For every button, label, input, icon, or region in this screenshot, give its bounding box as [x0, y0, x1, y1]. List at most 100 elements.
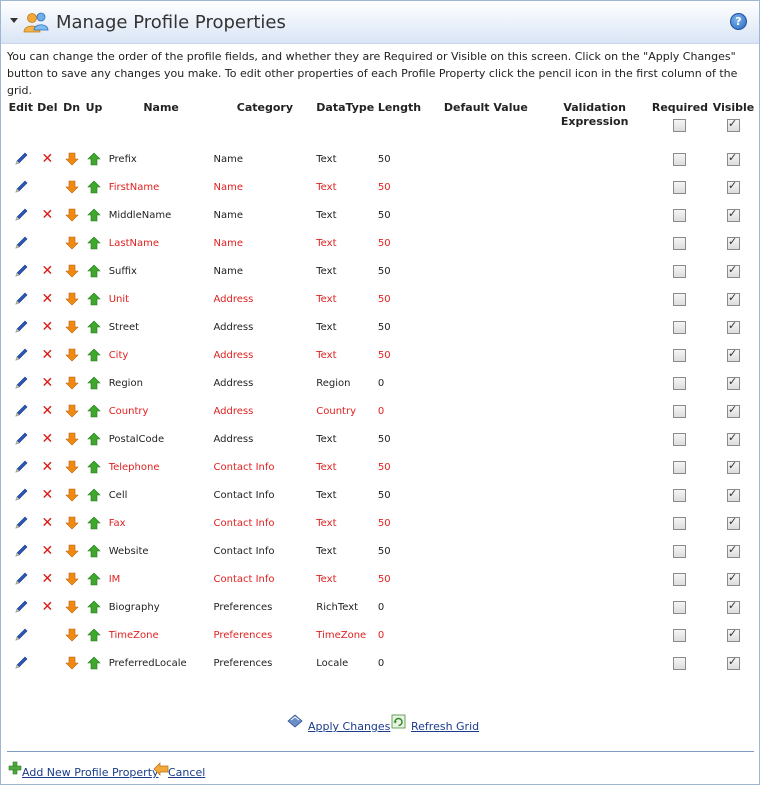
visible-checkbox[interactable] [727, 235, 741, 250]
delete-x-icon[interactable]: ✕ [41, 487, 53, 503]
move-down-arrow-icon[interactable] [64, 264, 79, 278]
apply-changes-link[interactable]: Apply Changes [308, 720, 390, 733]
edit-pencil-icon[interactable] [13, 571, 29, 587]
edit-pencil-icon[interactable] [13, 655, 29, 671]
visible-checkbox[interactable] [727, 599, 741, 614]
edit-pencil-icon[interactable] [13, 263, 29, 279]
visible-checkbox[interactable] [727, 403, 741, 418]
move-down-arrow-icon[interactable] [64, 488, 79, 502]
visible-checkbox[interactable] [727, 459, 741, 474]
refresh-grid-link[interactable]: Refresh Grid [411, 720, 479, 733]
move-down-arrow-icon[interactable] [64, 376, 79, 390]
required-checkbox[interactable] [673, 460, 687, 474]
edit-pencil-icon[interactable] [13, 515, 29, 531]
move-down-arrow-icon[interactable] [64, 600, 79, 614]
cancel-back-arrow-icon[interactable] [153, 762, 169, 776]
required-all-checkbox[interactable] [673, 118, 687, 132]
required-checkbox[interactable] [673, 292, 687, 306]
move-up-arrow-icon[interactable] [87, 348, 101, 362]
visible-checkbox[interactable] [727, 207, 741, 222]
move-down-arrow-icon[interactable] [64, 208, 79, 222]
edit-pencil-icon[interactable] [13, 403, 29, 419]
visible-checkbox[interactable] [727, 291, 741, 306]
edit-pencil-icon[interactable] [13, 543, 29, 559]
move-up-arrow-icon[interactable] [87, 152, 101, 166]
visible-checkbox[interactable] [727, 319, 741, 334]
visible-all-checkbox[interactable] [727, 117, 741, 132]
move-down-arrow-icon[interactable] [64, 628, 79, 642]
move-up-arrow-icon[interactable] [87, 628, 101, 642]
add-icon[interactable] [8, 761, 22, 775]
edit-pencil-icon[interactable] [13, 487, 29, 503]
delete-x-icon[interactable]: ✕ [41, 207, 53, 223]
required-checkbox[interactable] [673, 488, 687, 502]
delete-x-icon[interactable]: ✕ [41, 571, 53, 587]
delete-x-icon[interactable]: ✕ [41, 403, 53, 419]
move-down-arrow-icon[interactable] [64, 656, 79, 670]
visible-checkbox[interactable] [727, 347, 741, 362]
apply-changes-icon[interactable] [286, 712, 304, 728]
move-up-arrow-icon[interactable] [87, 544, 101, 558]
visible-checkbox[interactable] [727, 179, 741, 194]
move-down-arrow-icon[interactable] [64, 292, 79, 306]
delete-x-icon[interactable]: ✕ [41, 375, 53, 391]
delete-x-icon[interactable]: ✕ [41, 515, 53, 531]
move-up-arrow-icon[interactable] [87, 656, 101, 670]
move-up-arrow-icon[interactable] [87, 292, 101, 306]
delete-x-icon[interactable]: ✕ [41, 599, 53, 615]
visible-checkbox[interactable] [727, 151, 741, 166]
edit-pencil-icon[interactable] [13, 375, 29, 391]
required-checkbox[interactable] [673, 208, 687, 222]
move-down-arrow-icon[interactable] [64, 572, 79, 586]
visible-checkbox[interactable] [727, 543, 741, 558]
required-checkbox[interactable] [673, 432, 687, 446]
delete-x-icon[interactable]: ✕ [41, 543, 53, 559]
move-up-arrow-icon[interactable] [87, 460, 101, 474]
visible-checkbox[interactable] [727, 515, 741, 530]
delete-x-icon[interactable]: ✕ [41, 151, 53, 167]
move-up-arrow-icon[interactable] [87, 208, 101, 222]
move-down-arrow-icon[interactable] [64, 236, 79, 250]
edit-pencil-icon[interactable] [13, 319, 29, 335]
required-checkbox[interactable] [673, 656, 687, 670]
move-down-arrow-icon[interactable] [64, 152, 79, 166]
refresh-grid-icon[interactable] [391, 714, 406, 729]
required-checkbox[interactable] [673, 544, 687, 558]
visible-checkbox[interactable] [727, 263, 741, 278]
collapse-arrow-icon[interactable] [10, 18, 18, 23]
required-checkbox[interactable] [673, 404, 687, 418]
visible-checkbox[interactable] [727, 431, 741, 446]
move-up-arrow-icon[interactable] [87, 516, 101, 530]
move-up-arrow-icon[interactable] [87, 264, 101, 278]
edit-pencil-icon[interactable] [13, 599, 29, 615]
required-checkbox[interactable] [673, 152, 687, 166]
cancel-link[interactable]: Cancel [168, 766, 205, 779]
move-up-arrow-icon[interactable] [87, 320, 101, 334]
required-checkbox[interactable] [673, 236, 687, 250]
edit-pencil-icon[interactable] [13, 347, 29, 363]
edit-pencil-icon[interactable] [13, 459, 29, 475]
edit-pencil-icon[interactable] [13, 179, 29, 195]
required-checkbox[interactable] [673, 628, 687, 642]
move-down-arrow-icon[interactable] [64, 460, 79, 474]
move-up-arrow-icon[interactable] [87, 236, 101, 250]
help-icon[interactable]: ? [730, 13, 747, 30]
visible-checkbox[interactable] [727, 655, 741, 670]
move-up-arrow-icon[interactable] [87, 376, 101, 390]
visible-checkbox[interactable] [727, 375, 741, 390]
move-down-arrow-icon[interactable] [64, 180, 79, 194]
move-down-arrow-icon[interactable] [64, 544, 79, 558]
delete-x-icon[interactable]: ✕ [41, 263, 53, 279]
move-up-arrow-icon[interactable] [87, 488, 101, 502]
move-up-arrow-icon[interactable] [87, 572, 101, 586]
move-down-arrow-icon[interactable] [64, 432, 79, 446]
delete-x-icon[interactable]: ✕ [41, 319, 53, 335]
required-checkbox[interactable] [673, 264, 687, 278]
edit-pencil-icon[interactable] [13, 291, 29, 307]
required-checkbox[interactable] [673, 600, 687, 614]
visible-checkbox[interactable] [727, 571, 741, 586]
move-up-arrow-icon[interactable] [87, 180, 101, 194]
edit-pencil-icon[interactable] [13, 627, 29, 643]
required-checkbox[interactable] [673, 180, 687, 194]
delete-x-icon[interactable]: ✕ [41, 459, 53, 475]
